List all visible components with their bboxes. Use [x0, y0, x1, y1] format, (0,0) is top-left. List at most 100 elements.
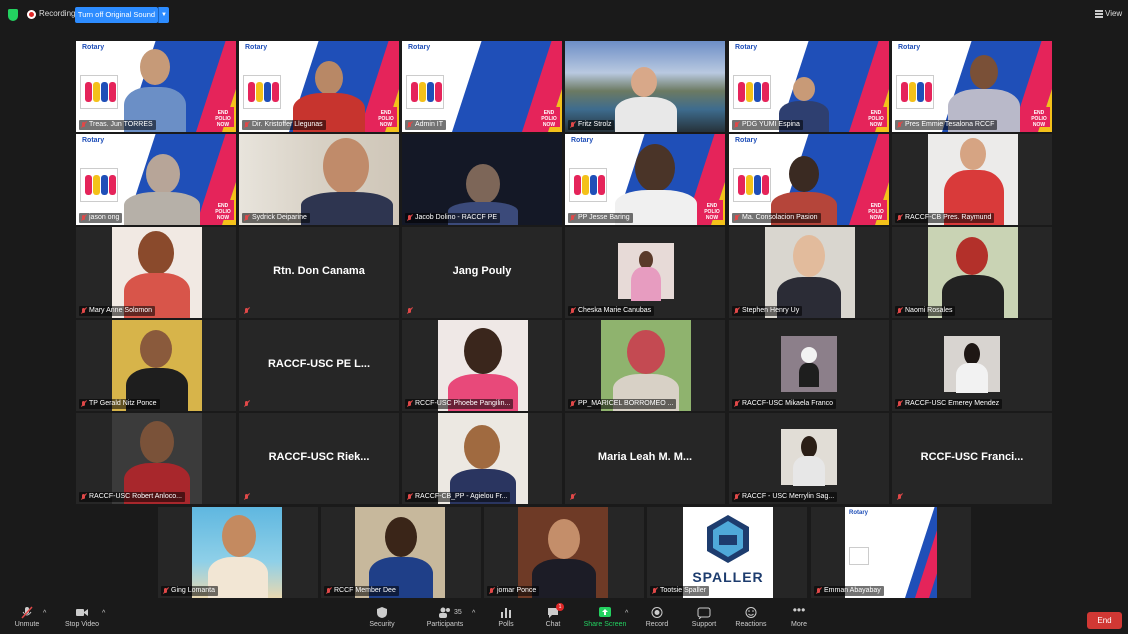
reactions-button[interactable]: Reactions	[734, 606, 768, 628]
video-tile-no-video[interactable]: Jang Pouly	[402, 227, 562, 318]
video-tile[interactable]: PP_MARICEL BORROMEO ...	[565, 320, 725, 411]
support-button[interactable]: Support	[690, 606, 718, 628]
chevron-down-icon[interactable]: ▼	[158, 7, 169, 23]
mic-muted-icon	[81, 215, 86, 221]
share-options-chevron-icon[interactable]: ^	[625, 610, 628, 617]
support-label: Support	[691, 621, 717, 628]
participant-photo	[940, 227, 1006, 318]
meeting-top-bar: Recording Turn off Original Sound ▼ View	[0, 0, 1128, 30]
recording-label: Recording	[39, 9, 76, 18]
record-button[interactable]: Record	[644, 606, 670, 628]
end-polio-logo: END POLIO NOW	[538, 107, 560, 128]
video-tile[interactable]: Rotary END POLIO NOW Admin IT	[402, 41, 562, 132]
rotary-logo-text: Rotary	[735, 137, 758, 144]
video-tile[interactable]: Rotary END POLIO NOW Pres Emmie Tesalona…	[892, 41, 1052, 132]
video-tile[interactable]: Rotary END POLIO NOW jason ong	[76, 134, 236, 225]
participant-video	[615, 134, 697, 225]
security-button[interactable]: Security	[366, 606, 398, 628]
mic-muted-icon	[407, 122, 412, 128]
chat-button[interactable]: 1 Chat	[541, 603, 565, 628]
video-tile[interactable]: RCCF Member Dee	[321, 507, 481, 598]
video-options-chevron-icon[interactable]: ^	[102, 610, 105, 617]
encryption-shield-icon[interactable]	[8, 9, 18, 21]
video-tile[interactable]: jomar Ponce	[484, 507, 644, 598]
participant-name: Ging Lomanta	[161, 586, 218, 596]
video-tile-no-video[interactable]: Rtn. Don Canama	[239, 227, 399, 318]
more-button[interactable]: ••• More	[787, 604, 811, 628]
participant-video	[289, 41, 365, 132]
chat-icon: 1	[546, 603, 564, 619]
video-tile[interactable]: TP Gerald Nitz Ponce	[76, 320, 236, 411]
video-tile[interactable]: Stephen Henry Uy	[729, 227, 889, 318]
video-tile[interactable]: Rotary END POLIO NOW Treas. Jun TORRES	[76, 41, 236, 132]
more-label: More	[791, 621, 807, 628]
video-tile-no-video[interactable]: RCCF-USC Franci...	[892, 413, 1052, 504]
turn-off-original-sound-button[interactable]: Turn off Original Sound	[75, 7, 158, 23]
view-grid-icon[interactable]	[1095, 10, 1103, 18]
video-tile[interactable]: Rotary END POLIO NOW Ma. Consolacion Pas…	[729, 134, 889, 225]
unmute-button[interactable]: Unmute	[14, 606, 40, 628]
video-tile[interactable]: Rotary END POLIO NOW PP Jesse Baring	[565, 134, 725, 225]
stop-video-button[interactable]: Stop Video	[62, 606, 102, 628]
end-polio-logo: END POLIO NOW	[865, 200, 887, 221]
video-tile[interactable]: RACCF-USC Robert Anloco...	[76, 413, 236, 504]
mic-muted-icon	[734, 401, 739, 407]
mic-muted-icon	[570, 494, 575, 500]
video-tile[interactable]: SPALLER Tootsie Spaller	[647, 507, 807, 598]
meeting-toolbar: Unmute ^ Stop Video ^ Security Participa…	[0, 603, 1128, 634]
video-tile[interactable]: Mary Anne Solomon	[76, 227, 236, 318]
participant-name: Fritz Strolz	[568, 120, 615, 130]
video-tile[interactable]: RACCF-CB_PP - Agielou Fr...	[402, 413, 562, 504]
video-tile[interactable]: Rotary END POLIO NOW PDG YUMI Espina	[729, 41, 889, 132]
audio-options-chevron-icon[interactable]: ^	[43, 610, 46, 617]
mic-muted-icon	[244, 308, 249, 314]
video-tile-no-video[interactable]: RACCF-USC Riek...	[239, 413, 399, 504]
video-tile[interactable]: Rotary Emman Abayabay	[811, 507, 971, 598]
rotary-logo-text: Rotary	[735, 44, 758, 51]
video-tile[interactable]: Jacob Dolino - RACCF PE	[402, 134, 562, 225]
mic-muted-icon	[897, 308, 902, 314]
video-tile-no-video[interactable]: Maria Leah M. M...	[565, 413, 725, 504]
video-tile[interactable]: RCCF-USC Phoebe Pangilin...	[402, 320, 562, 411]
participant-name: Dir. Kristoffer Llegunas	[242, 120, 326, 130]
participants-options-chevron-icon[interactable]: ^	[472, 610, 475, 617]
participant-display-name: RACCF-USC Riek...	[268, 451, 370, 463]
participant-photo	[208, 507, 268, 598]
mic-muted-icon	[897, 215, 902, 221]
polls-label: Polls	[498, 621, 514, 628]
video-tile[interactable]: Ging Lomanta	[158, 507, 318, 598]
share-screen-label: Share Screen	[583, 621, 627, 628]
shield-icon	[377, 607, 387, 618]
participant-name: Jacob Dolino - RACCF PE	[405, 213, 501, 223]
video-tile[interactable]: Cheska Marie Canubas	[565, 227, 725, 318]
participant-name: RCCF-USC Phoebe Pangilin...	[405, 399, 514, 409]
rotary-virtual-background: Rotary	[845, 507, 937, 598]
video-tile[interactable]: Fritz Strolz	[565, 41, 725, 132]
end-polio-logo: END POLIO NOW	[865, 107, 887, 128]
video-tile[interactable]: Rotary END POLIO NOW Dir. Kristoffer Lle…	[239, 41, 399, 132]
video-tile[interactable]: Naomi Rosales	[892, 227, 1052, 318]
video-tile[interactable]: RACCF-CB Pres. Raymund	[892, 134, 1052, 225]
participant-name: Cheska Marie Canubas	[568, 306, 655, 316]
video-tile[interactable]: RACCF-USC Mikaela Franco	[729, 320, 889, 411]
mic-muted-icon	[407, 215, 412, 221]
share-screen-button[interactable]: Share Screen	[583, 606, 627, 628]
end-polio-logo: END POLIO NOW	[1028, 107, 1050, 128]
video-tile[interactable]: RACCF - USC Merrylin Sag...	[729, 413, 889, 504]
video-tile[interactable]: RACCF-USC Emerey Mendez	[892, 320, 1052, 411]
view-button[interactable]: View	[1105, 9, 1122, 18]
rotary-bars-logo	[849, 547, 869, 565]
rotary-logo-text: Rotary	[245, 44, 268, 51]
polls-button[interactable]: Polls	[494, 606, 518, 628]
participant-name: RACCF-USC Emerey Mendez	[895, 399, 1003, 409]
participant-photo	[126, 320, 188, 411]
end-meeting-button[interactable]: End	[1087, 612, 1122, 629]
smiley-icon	[745, 607, 757, 618]
participant-name: RACCF-CB_PP - Agielou Fr...	[405, 492, 511, 502]
video-tile-active-speaker[interactable]: Sydrick Deiparine	[239, 134, 399, 225]
mic-muted-icon	[244, 122, 249, 128]
mic-muted-icon	[244, 215, 249, 221]
participant-display-name: RACCF-USC PE L...	[267, 358, 371, 370]
video-tile-no-video[interactable]: RACCF-USC PE L...	[239, 320, 399, 411]
mic-muted-icon	[734, 215, 739, 221]
